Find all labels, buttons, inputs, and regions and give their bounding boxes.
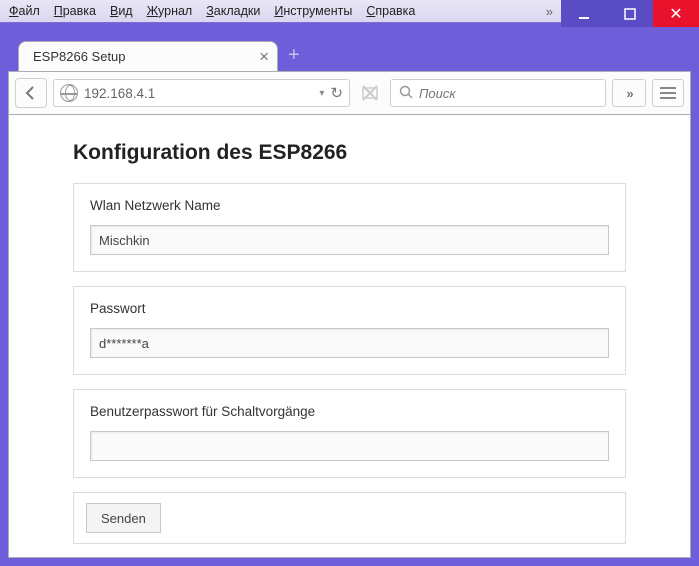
search-icon [399,85,413,102]
nav-back-button[interactable] [15,78,47,108]
toolbar-overflow-button[interactable]: » [612,79,646,107]
ssid-input[interactable] [90,225,609,255]
submit-section: Senden [73,492,626,544]
maximize-icon [624,8,636,20]
menu-history[interactable]: Журнал [140,2,200,20]
globe-icon [60,84,78,102]
menu-view[interactable]: Вид [103,2,140,20]
menu-tools[interactable]: Инструменты [267,2,359,20]
submit-button[interactable]: Senden [86,503,161,533]
userpassword-label: Benutzerpasswort für Schaltvorgänge [90,404,609,419]
url-dropdown-icon[interactable]: ▾ [319,88,324,99]
minimize-icon [578,8,590,20]
search-bar[interactable] [390,79,606,107]
tab-strip: ESP8266 Setup × + [8,27,691,71]
browser-toolbar: ▾ ↻ » [8,71,691,115]
url-input[interactable] [84,86,313,101]
menu-file[interactable]: Файл [2,2,47,20]
hamburger-menu-button[interactable] [652,79,684,107]
tab-title: ESP8266 Setup [33,49,126,64]
url-bar[interactable]: ▾ ↻ [53,79,350,107]
window-maximize-button[interactable] [607,0,653,27]
browser-menubar: Файл Правка Вид Журнал Закладки Инструме… [0,0,561,23]
search-input[interactable] [419,86,597,101]
userpassword-input[interactable] [90,431,609,461]
shield-icon[interactable] [356,79,384,107]
password-input[interactable] [90,328,609,358]
field-password: Passwort [73,286,626,375]
menu-help[interactable]: Справка [359,2,422,20]
menu-edit[interactable]: Правка [47,2,103,20]
close-icon: ✕ [669,4,682,24]
new-tab-button[interactable]: + [288,44,300,67]
arrow-left-icon [23,85,39,101]
menu-bookmarks[interactable]: Закладки [199,2,267,20]
menu-overflow-icon[interactable]: » [538,4,559,19]
window-minimize-button[interactable] [561,0,607,27]
tab-close-icon[interactable]: × [259,47,269,67]
field-ssid: Wlan Netzwerk Name [73,183,626,272]
window-close-button[interactable]: ✕ [653,0,699,27]
ssid-label: Wlan Netzwerk Name [90,198,609,213]
browser-tab[interactable]: ESP8266 Setup × [18,41,278,71]
password-label: Passwort [90,301,609,316]
field-userpassword: Benutzerpasswort für Schaltvorgänge [73,389,626,478]
reload-icon[interactable]: ↻ [330,84,343,102]
page-content: Konfiguration des ESP8266 Wlan Netzwerk … [8,115,691,558]
page-heading: Konfiguration des ESP8266 [73,141,626,165]
